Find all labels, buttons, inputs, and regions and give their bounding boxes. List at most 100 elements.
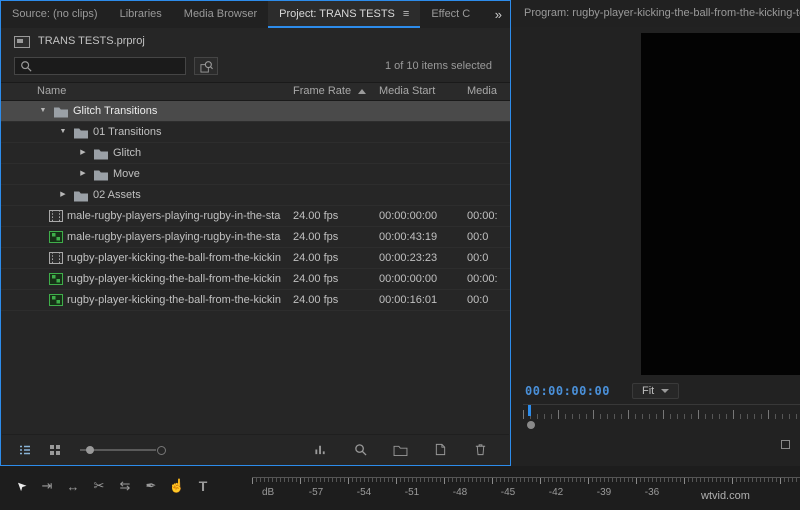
zoom-level-dropdown[interactable]: Fit (631, 383, 680, 399)
razor-tool-button[interactable]: ✂ (88, 472, 110, 500)
tab-overflow-chevron-icon[interactable]: » (487, 1, 510, 28)
watermark: wtvid.com (701, 490, 750, 502)
table-row-bin[interactable]: Glitch Transitions (1, 101, 510, 122)
tab-project[interactable]: Project: TRANS TESTS (268, 1, 421, 28)
table-row-sequence[interactable]: male-rugby-players-playing-rugby-in-the-… (1, 227, 510, 248)
track-select-forward-tool-button[interactable]: ⇥ (36, 472, 58, 500)
item-name: 01 Transitions (93, 126, 162, 138)
new-item-button[interactable] (431, 442, 449, 458)
automate-to-sequence-button[interactable] (311, 442, 329, 458)
item-name: Glitch Transitions (73, 105, 158, 117)
panel-menu-icon[interactable] (403, 1, 409, 28)
item-name: rugby-player-kicking-the-ball-from-the-k… (67, 252, 281, 264)
program-time-ruler[interactable] (523, 404, 800, 419)
table-row-bin[interactable]: Glitch (1, 143, 510, 164)
list-view-button[interactable] (16, 442, 34, 458)
new-bin-button[interactable] (391, 442, 409, 458)
disclosure-triangle-icon[interactable] (77, 164, 89, 184)
marker-icon[interactable] (781, 440, 790, 449)
tab-label: Source: (no clips) (12, 8, 98, 20)
project-header: TRANS TESTS.prproj (1, 28, 510, 54)
type-tool-icon: T (198, 478, 208, 494)
search-bin-button[interactable] (194, 57, 218, 75)
find-icon (354, 444, 367, 456)
chevron-down-icon (661, 389, 670, 393)
selection-status: 1 of 10 items selected (384, 60, 492, 72)
disclosure-triangle-icon[interactable] (57, 185, 69, 205)
program-video-frame (641, 33, 800, 375)
program-tab-bar: Program: rugby-player-kicking-the-ball-f… (511, 0, 800, 27)
zoom-slider-track[interactable] (80, 445, 166, 455)
selection-tool-icon: ➤ (12, 477, 30, 495)
item-name: rugby-player-kicking-the-ball-from-the-k… (67, 273, 281, 285)
track-select-icon: ⇥ (41, 478, 53, 493)
new-bin-icon (393, 445, 407, 456)
pen-icon: ✒ (145, 478, 157, 493)
column-media-start[interactable]: Media Start (379, 83, 467, 100)
program-tab-title[interactable]: Program: rugby-player-kicking-the-ball-f… (511, 0, 800, 27)
table-row-clip[interactable]: male-rugby-players-playing-rugby-in-the-… (1, 206, 510, 227)
type-tool-button[interactable]: T (192, 472, 214, 500)
icon-view-button[interactable] (46, 442, 64, 458)
tools-toolbar: ➤ ⇥ ↔ ✂ ⇆ ✒ ☝ T (10, 472, 214, 500)
clip-icon (49, 210, 63, 222)
delete-button[interactable] (471, 442, 489, 458)
zoom-slider[interactable] (80, 445, 166, 455)
slip-icon: ⇆ (119, 478, 131, 493)
sort-ascending-icon (358, 88, 367, 94)
item-name: Move (113, 168, 140, 180)
tab-effect-controls[interactable]: Effect C (420, 1, 481, 28)
item-name: Glitch (113, 147, 142, 159)
ripple-edit-icon: ↔ (66, 478, 80, 494)
item-name: male-rugby-players-playing-rugby-in-the-… (67, 210, 281, 222)
list-column-header[interactable]: Name Frame Rate Media Start Media (1, 82, 510, 101)
timeline-scrollbar-handle[interactable] (527, 421, 535, 429)
tab-media-browser[interactable]: Media Browser (173, 1, 268, 28)
search-box[interactable] (14, 57, 186, 75)
search-bin-icon (199, 60, 213, 73)
program-timecode[interactable]: 00:00:00:00 (525, 384, 610, 398)
project-item-list: Glitch Transitions 01 Transitions (1, 101, 510, 311)
icon-view-icon (50, 444, 60, 455)
slip-tool-button[interactable]: ⇆ (114, 472, 136, 500)
folder-icon (94, 149, 108, 159)
audio-meter-ticks (252, 477, 800, 484)
tab-source[interactable]: Source: (no clips) (1, 1, 109, 28)
hand-icon: ☝ (168, 478, 186, 493)
table-row-bin[interactable]: 02 Assets (1, 185, 510, 206)
column-frame-rate[interactable]: Frame Rate (293, 83, 379, 100)
folder-icon (94, 170, 108, 180)
zoom-slider-end-icon (157, 445, 166, 455)
search-input[interactable] (36, 59, 180, 73)
new-item-icon (435, 443, 445, 456)
disclosure-triangle-icon[interactable] (57, 122, 69, 142)
table-row-clip[interactable]: rugby-player-kicking-the-ball-from-the-k… (1, 248, 510, 269)
zoom-slider-handle[interactable] (86, 445, 94, 454)
folder-icon (74, 128, 88, 138)
column-name[interactable]: Name (37, 83, 293, 100)
table-row-sequence[interactable]: rugby-player-kicking-the-ball-from-the-k… (1, 290, 510, 311)
column-media[interactable]: Media (467, 83, 510, 100)
find-button[interactable] (351, 442, 369, 458)
sequence-icon (49, 231, 63, 243)
hand-tool-button[interactable]: ☝ (166, 472, 188, 500)
playhead-icon[interactable] (528, 405, 531, 416)
tab-label: Project: TRANS TESTS (279, 8, 395, 20)
pen-tool-button[interactable]: ✒ (140, 472, 162, 500)
tab-libraries[interactable]: Libraries (109, 1, 173, 28)
sequence-icon (49, 273, 63, 285)
item-name: rugby-player-kicking-the-ball-from-the-k… (67, 294, 281, 306)
table-row-bin[interactable]: Move (1, 164, 510, 185)
project-file-name: TRANS TESTS.prproj (38, 35, 145, 47)
table-row-sequence[interactable]: rugby-player-kicking-the-ball-from-the-k… (1, 269, 510, 290)
premiere-window: Source: (no clips) Libraries Media Brows… (0, 0, 800, 510)
disclosure-triangle-icon[interactable] (77, 143, 89, 163)
table-row-bin[interactable]: 01 Transitions (1, 122, 510, 143)
folder-icon (54, 107, 68, 117)
trash-icon (475, 444, 485, 456)
clip-icon (49, 252, 63, 264)
ripple-edit-tool-button[interactable]: ↔ (62, 472, 84, 500)
disclosure-triangle-icon[interactable] (37, 101, 49, 121)
search-icon (21, 61, 32, 72)
selection-tool-button[interactable]: ➤ (10, 472, 32, 500)
